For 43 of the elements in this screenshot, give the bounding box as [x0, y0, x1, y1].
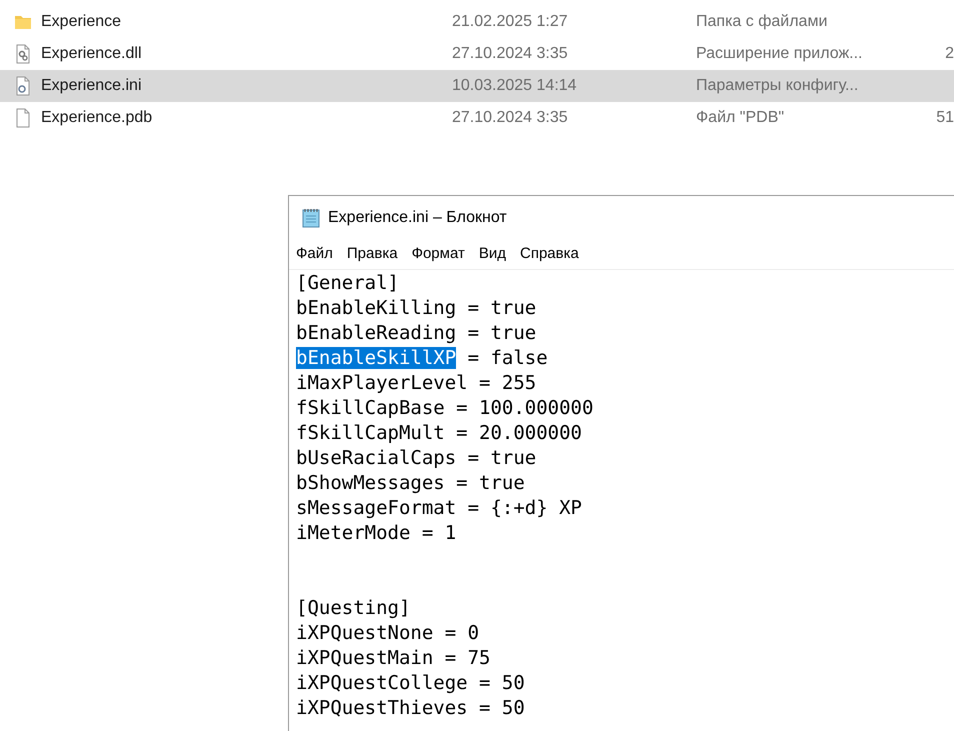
file-date: 10.03.2025 14:14	[452, 76, 578, 96]
file-name: Experience	[41, 12, 122, 32]
code-line: bEnableReading = true	[296, 321, 538, 346]
code-line: bEnableSkillXP = false	[296, 346, 549, 371]
code-line: sMessageFormat = {:+d} XP	[296, 496, 583, 521]
file-date: 21.02.2025 1:27	[452, 12, 569, 32]
file-row[interactable]: Experience 21.02.2025 1:27 Папка с файлами	[0, 6, 954, 38]
menu-item[interactable]: Правка	[346, 243, 398, 266]
file-type: Папка с файлами	[696, 12, 828, 32]
code-line: iMeterMode = 1	[296, 521, 458, 546]
file-name: Experience.ini	[41, 76, 142, 96]
file-row[interactable]: Experience.ini 10.03.2025 14:14 Параметры конфигу...	[0, 70, 954, 102]
code-line: [Questing]	[296, 596, 412, 621]
code-line: bShowMessages = true	[296, 471, 526, 496]
file-type: Расширение прилож...	[696, 44, 864, 64]
code-line: iXPQuestThieves = 50	[296, 696, 526, 721]
file-type: Файл "PDB"	[696, 108, 786, 128]
menu-item[interactable]: Файл	[296, 243, 333, 266]
code-line: iXPQuestMain = 75	[296, 646, 492, 671]
code-line: bEnableKilling = true	[296, 296, 538, 321]
code-line: [General]	[296, 271, 400, 296]
file-size: 2	[944, 44, 954, 64]
code-line: bUseRacialCaps = true	[296, 446, 538, 471]
folder-icon	[14, 14, 32, 30]
code-line: iXPQuestNone = 0	[296, 621, 480, 646]
menu-item[interactable]: Вид	[478, 243, 506, 266]
window-title: Experience.ini – Блокнот	[328, 208, 507, 228]
menu-item[interactable]: Формат	[412, 243, 465, 266]
file-date: 27.10.2024 3:35	[452, 108, 569, 128]
code-line: fSkillCapMult = 20.000000	[296, 421, 583, 446]
file-size: 51	[935, 108, 954, 128]
notepad-icon	[300, 207, 322, 229]
file-row[interactable]: Experience.pdb 27.10.2024 3:35 Файл "PDB" 51	[0, 102, 954, 134]
code-line: fSkillCapBase = 100.000000	[296, 396, 594, 421]
file-name: Experience.dll	[41, 44, 142, 64]
code-line: iMaxPlayerLevel = 255	[296, 371, 538, 396]
file-row[interactable]: Experience.dll 27.10.2024 3:35 Расширение прилож... 2	[0, 38, 954, 70]
code-line: iXPQuestCollege = 50	[296, 671, 526, 696]
menu-item[interactable]: Справка	[520, 243, 579, 266]
file-icon	[14, 108, 32, 128]
file-type: Параметры конфигу...	[696, 76, 860, 96]
file-name: Experience.pdb	[41, 108, 154, 128]
file-date: 27.10.2024 3:35	[452, 44, 569, 64]
